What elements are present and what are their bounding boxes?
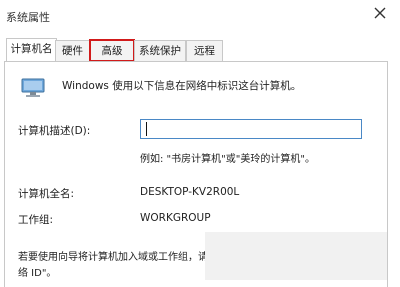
- window-title: 系统属性: [6, 11, 50, 24]
- tab-hardware[interactable]: 硬件: [55, 40, 90, 61]
- description-label: 计算机描述(D):: [18, 125, 91, 137]
- computer-icon: [21, 78, 45, 97]
- tab-computer-name[interactable]: 计算机名: [6, 38, 57, 62]
- tab-system-protection[interactable]: 系统保护: [134, 40, 186, 61]
- example-text: 例如: "书房计算机"或"美玲的计算机"。: [140, 154, 315, 165]
- info-text: Windows 使用以下信息在网络中标识这台计算机。: [62, 80, 302, 92]
- workgroup-label: 工作组:: [18, 214, 54, 226]
- text-caret: [146, 122, 147, 136]
- workgroup-value: WORKGROUP: [140, 212, 211, 224]
- tab-strip: 计算机名 硬件 高级 系统保护 远程: [4, 38, 224, 62]
- blurred-area: [205, 232, 387, 280]
- close-icon[interactable]: [372, 5, 388, 21]
- tab-advanced[interactable]: 高级: [89, 39, 135, 62]
- tab-remote[interactable]: 远程: [186, 40, 223, 61]
- join-text-line2: 络 ID"。: [18, 268, 57, 279]
- full-name-label: 计算机全名:: [18, 188, 75, 200]
- join-text-line1: 若要使用向导将计算机加入域或工作组，请单击: [18, 252, 228, 263]
- full-name-value: DESKTOP-KV2R00L: [140, 186, 240, 198]
- computer-description-input[interactable]: [140, 119, 362, 139]
